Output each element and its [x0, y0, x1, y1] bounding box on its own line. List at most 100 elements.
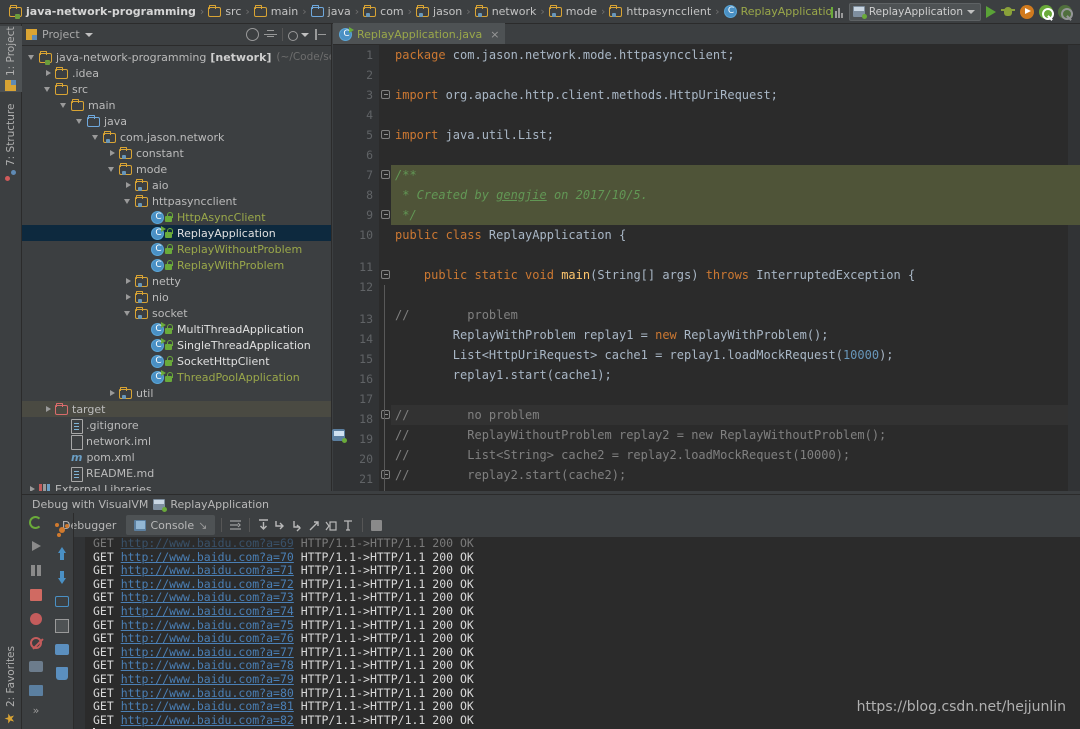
tree-item-main[interactable]: main: [22, 97, 331, 113]
fold-toggle-icon[interactable]: [381, 410, 390, 419]
breadcrumb-item-com[interactable]: com: [360, 0, 407, 24]
layout-settings-button[interactable]: [25, 680, 47, 702]
console-url-link[interactable]: http://www.baidu.com?a=75: [121, 618, 294, 632]
tree-item-src[interactable]: src: [22, 81, 331, 97]
console-url-link[interactable]: http://www.baidu.com?a=71: [121, 563, 294, 577]
chevron-down-icon[interactable]: [108, 165, 117, 174]
line-number-gutter[interactable]: 1234567891011121314151617181920212223242…: [333, 45, 379, 494]
tab-console[interactable]: Console ↘: [126, 515, 215, 535]
profile-button[interactable]: [1039, 5, 1053, 19]
code-line[interactable]: // ReplayWithoutProblem replay2 = new Re…: [391, 425, 1080, 445]
code-line[interactable]: // replay2.start(cache2);: [391, 465, 1080, 485]
tree-item-readme-md[interactable]: README.md: [22, 465, 331, 481]
tree-item-replayapplication[interactable]: ReplayApplication: [22, 225, 331, 241]
rerun-button[interactable]: [25, 512, 47, 534]
chevron-down-icon[interactable]: [28, 53, 37, 62]
tree-item-constant[interactable]: constant: [22, 145, 331, 161]
fold-toggle-icon[interactable]: [381, 90, 390, 99]
code-line[interactable]: // no problem: [391, 405, 1080, 425]
code-line[interactable]: * Created by gengjie on 2017/10/5.: [391, 185, 1080, 205]
project-tree[interactable]: java-network-programming[network](~/Code…: [22, 46, 331, 494]
step-up-button[interactable]: [51, 543, 73, 565]
tree-item-threadpoolapplication[interactable]: ThreadPoolApplication: [22, 369, 331, 385]
chevron-right-icon[interactable]: [44, 69, 53, 78]
print-button[interactable]: [51, 639, 73, 661]
soft-wrap-icon[interactable]: [228, 518, 243, 533]
locate-icon[interactable]: [246, 28, 259, 41]
memory-indicator-icon[interactable]: [831, 5, 844, 19]
tree-item-replaywithoutproblem[interactable]: ReplayWithoutProblem: [22, 241, 331, 257]
chevron-down-icon[interactable]: [60, 101, 69, 110]
stop-icon[interactable]: [371, 520, 382, 531]
breadcrumb-item-network[interactable]: network: [472, 0, 540, 24]
tree-item-pom-xml[interactable]: mpom.xml: [22, 449, 331, 465]
chevron-right-icon[interactable]: [124, 277, 133, 286]
tree-item-com-jason-network[interactable]: com.jason.network: [22, 129, 331, 145]
code-line[interactable]: /**: [391, 165, 1080, 185]
step-down-icon[interactable]: [290, 518, 305, 533]
debug-button[interactable]: [1001, 5, 1015, 18]
resume-button[interactable]: [25, 536, 47, 558]
code-line[interactable]: import java.util.List;: [391, 125, 1080, 145]
fold-toggle-icon[interactable]: [381, 210, 390, 219]
tree-item-singlethreadapplication[interactable]: SingleThreadApplication: [22, 337, 331, 353]
code-line[interactable]: replay1.start(cache1);: [391, 365, 1080, 385]
tree-item-netty[interactable]: netty: [22, 273, 331, 289]
chevron-down-icon[interactable]: [301, 33, 309, 37]
tree-item-multithreadapplication[interactable]: MultiThreadApplication: [22, 321, 331, 337]
view-breakpoints-button[interactable]: [25, 608, 47, 630]
console-url-link[interactable]: http://www.baidu.com?a=76: [121, 631, 294, 645]
expand-more-icon[interactable]: »: [22, 704, 50, 717]
console-url-link[interactable]: http://www.baidu.com?a=73: [121, 590, 294, 604]
tree-item-java[interactable]: java: [22, 113, 331, 129]
fold-toggle-icon[interactable]: [381, 470, 390, 479]
console-url-link[interactable]: http://www.baidu.com?a=82: [121, 713, 294, 727]
fold-toggle-icon[interactable]: [381, 170, 390, 179]
breadcrumb-item-src[interactable]: src: [205, 0, 244, 24]
code-line[interactable]: package com.jason.network.mode.httpasync…: [391, 45, 1080, 65]
run-class-icon[interactable]: [332, 429, 345, 441]
chevron-right-icon[interactable]: [108, 149, 117, 158]
screenshot-button[interactable]: [25, 656, 47, 678]
hide-panel-icon[interactable]: [314, 28, 327, 41]
chevron-down-icon[interactable]: [85, 33, 93, 37]
code-line[interactable]: */: [391, 205, 1080, 225]
code-folding-column[interactable]: [379, 45, 391, 494]
tree-item-target[interactable]: target: [22, 401, 331, 417]
run-configuration-selector[interactable]: ReplayApplication: [849, 3, 981, 21]
breadcrumb-item-main[interactable]: main: [251, 0, 301, 24]
tree-item-httpasyncclient[interactable]: httpasyncclient: [22, 193, 331, 209]
console-url-link[interactable]: http://www.baidu.com?a=70: [121, 550, 294, 564]
tree-item--gitignore[interactable]: .gitignore: [22, 417, 331, 433]
tree-item-util[interactable]: util: [22, 385, 331, 401]
console-url-link[interactable]: http://www.baidu.com?a=78: [121, 658, 294, 672]
panel-settings-button[interactable]: [51, 615, 73, 637]
collapse-all-icon[interactable]: [264, 28, 277, 41]
code-text[interactable]: package com.jason.network.mode.httpasync…: [391, 45, 1080, 494]
settings-gear-icon[interactable]: [288, 31, 298, 41]
code-line[interactable]: [391, 285, 1080, 305]
breadcrumb-item-jason[interactable]: jason: [413, 0, 465, 24]
editor-marker-rail[interactable]: [1068, 45, 1080, 494]
console-url-link[interactable]: http://www.baidu.com?a=72: [121, 577, 294, 591]
code-line[interactable]: // List<String> cache2 = replay2.loadMoc…: [391, 445, 1080, 465]
run-button[interactable]: [986, 6, 996, 18]
code-line[interactable]: public class ReplayApplication {: [391, 225, 1080, 245]
mute-breakpoints-button[interactable]: [25, 632, 47, 654]
swap-button[interactable]: [51, 591, 73, 613]
code-line[interactable]: [391, 385, 1080, 405]
sidebar-item-favorites[interactable]: ★ 2: Favorites: [0, 644, 22, 729]
chevron-right-icon[interactable]: [124, 181, 133, 190]
scroll-to-end-icon[interactable]: [256, 518, 271, 533]
code-line[interactable]: import org.apache.http.client.methods.Ht…: [391, 85, 1080, 105]
console-url-link[interactable]: http://www.baidu.com?a=69: [121, 537, 294, 550]
chevron-down-icon[interactable]: [124, 197, 133, 206]
chevron-down-icon[interactable]: [44, 85, 53, 94]
sidebar-item-project[interactable]: 1: Project: [0, 26, 22, 92]
editor-tab-replayapplication[interactable]: ReplayApplication.java ×: [333, 23, 505, 44]
console-url-link[interactable]: http://www.baidu.com?a=81: [121, 699, 294, 713]
step-down-right-icon[interactable]: [273, 518, 288, 533]
threads-button[interactable]: [51, 519, 73, 541]
code-line[interactable]: [391, 105, 1080, 125]
tree-item-sockethttpclient[interactable]: SocketHttpClient: [22, 353, 331, 369]
